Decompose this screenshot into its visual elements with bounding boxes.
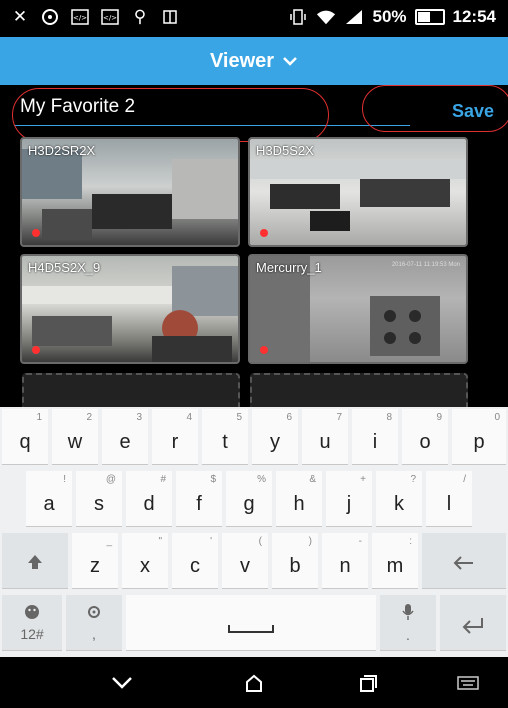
- key-m[interactable]: :m: [372, 533, 418, 589]
- key-e[interactable]: 3e: [102, 409, 148, 465]
- space-icon: [228, 617, 274, 640]
- enter-key[interactable]: [440, 595, 506, 651]
- camera-label: H3D2SR2X: [28, 143, 96, 158]
- key-w[interactable]: 2w: [52, 409, 98, 465]
- recording-indicator: [260, 229, 268, 237]
- enter-icon: [461, 616, 485, 640]
- keyboard-row-1: 1q 2w 3e 4r 5t 6y 7u 8i 9o 0p: [0, 409, 508, 469]
- key-r[interactable]: 4r: [152, 409, 198, 465]
- signal-icon: [344, 7, 364, 27]
- key-a[interactable]: ! a: [26, 471, 72, 527]
- key-g[interactable]: % g: [226, 471, 272, 527]
- key-f[interactable]: $ f: [176, 471, 222, 527]
- back-icon[interactable]: [102, 667, 142, 699]
- svg-text:</>: </>: [73, 14, 87, 22]
- status-icons-left: ✕ </> </> ⚲: [10, 7, 180, 27]
- camera-tile[interactable]: Mercurry_1 2016-07-11 11:19:53 Mon: [248, 254, 468, 364]
- recording-indicator: [32, 346, 40, 354]
- app-icon: [160, 7, 180, 27]
- symbols-key[interactable]: 12#: [2, 595, 62, 651]
- backspace-key[interactable]: [422, 533, 506, 589]
- code-icon: </>: [70, 7, 90, 27]
- camera-label: Mercurry_1: [256, 260, 322, 275]
- key-k[interactable]: ? k: [376, 471, 422, 527]
- period-key[interactable]: .: [380, 595, 436, 651]
- recording-indicator: [260, 346, 268, 354]
- keyboard-icon[interactable]: [448, 667, 488, 699]
- comma-key[interactable]: ,: [66, 595, 122, 651]
- battery-percent: 50%: [372, 7, 407, 26]
- vibrate-icon: [288, 7, 308, 27]
- keyboard-row-3: _ z " x ' c (v ) b -n :m: [0, 533, 508, 593]
- key-b[interactable]: ) b: [272, 533, 318, 589]
- mic-icon: [401, 603, 415, 627]
- key-y[interactable]: 6y: [252, 409, 298, 465]
- clock: 12:54: [452, 7, 496, 26]
- usb-icon: ⚲: [133, 7, 147, 27]
- chevron-down-icon: [282, 56, 298, 66]
- key-s[interactable]: @ s: [76, 471, 122, 527]
- recents-icon[interactable]: [348, 667, 388, 699]
- soft-keyboard: 1q 2w 3e 4r 5t 6y 7u 8i 9o 0p ! a @ s # d $…: [0, 407, 508, 657]
- system-nav-bar: [0, 657, 508, 708]
- viewer-dropdown[interactable]: Viewer: [0, 37, 508, 85]
- status-icons-right: 50% 12:54: [288, 7, 496, 27]
- key-o[interactable]: 9o: [402, 409, 448, 465]
- key-v[interactable]: (v: [222, 533, 268, 589]
- camera-timestamp: 2016-07-11 11:19:53 Mon: [391, 262, 460, 268]
- key-d[interactable]: # d: [126, 471, 172, 527]
- chat-icon: [40, 7, 60, 27]
- shift-key[interactable]: [2, 533, 68, 589]
- key-p[interactable]: 0p: [452, 409, 506, 465]
- svg-text:</>: </>: [103, 14, 117, 22]
- camera-label: H3D5S2X: [256, 143, 314, 158]
- key-u[interactable]: 7u: [302, 409, 348, 465]
- settings-icon: [86, 603, 102, 626]
- keyboard-row-4: 12# , .: [0, 595, 508, 655]
- wifi-icon: [316, 7, 336, 27]
- code-icon: </>: [100, 7, 120, 27]
- status-bar: ✕ </> </> ⚲ 50% 12:54: [0, 0, 508, 37]
- recording-indicator: [32, 229, 40, 237]
- key-q[interactable]: 1q: [2, 409, 48, 465]
- key-x[interactable]: " x: [122, 533, 168, 589]
- battery-icon: [414, 9, 445, 25]
- camera-grid: H3D2SR2X H3D5S2X H4D5S2X_9 Mercurry_1 20…: [20, 137, 488, 417]
- space-key[interactable]: [126, 595, 376, 651]
- key-h[interactable]: & h: [276, 471, 322, 527]
- key-t[interactable]: 5t: [202, 409, 248, 465]
- home-icon[interactable]: [234, 667, 274, 699]
- key-j[interactable]: + j: [326, 471, 372, 527]
- keyboard-row-2: ! a @ s # d $ f % g & h + j ? k / l: [0, 471, 508, 531]
- emoji-icon: [24, 603, 40, 626]
- camera-label: H4D5S2X_9: [28, 260, 101, 275]
- key-n[interactable]: -n: [322, 533, 368, 589]
- favorite-name-input[interactable]: [14, 93, 410, 126]
- camera-tile[interactable]: H3D5S2X: [248, 137, 468, 247]
- camera-tile[interactable]: H4D5S2X_9: [20, 254, 240, 364]
- key-i[interactable]: 8i: [352, 409, 398, 465]
- key-c[interactable]: ' c: [172, 533, 218, 589]
- camera-tile[interactable]: H3D2SR2X: [20, 137, 240, 247]
- page-title: Viewer: [209, 49, 275, 72]
- mute-icon: ✕: [12, 7, 28, 27]
- save-button[interactable]: Save: [384, 92, 506, 130]
- key-l[interactable]: / l: [426, 471, 472, 527]
- backspace-icon: [452, 554, 476, 578]
- shift-icon: [25, 552, 45, 578]
- key-z[interactable]: _ z: [72, 533, 118, 589]
